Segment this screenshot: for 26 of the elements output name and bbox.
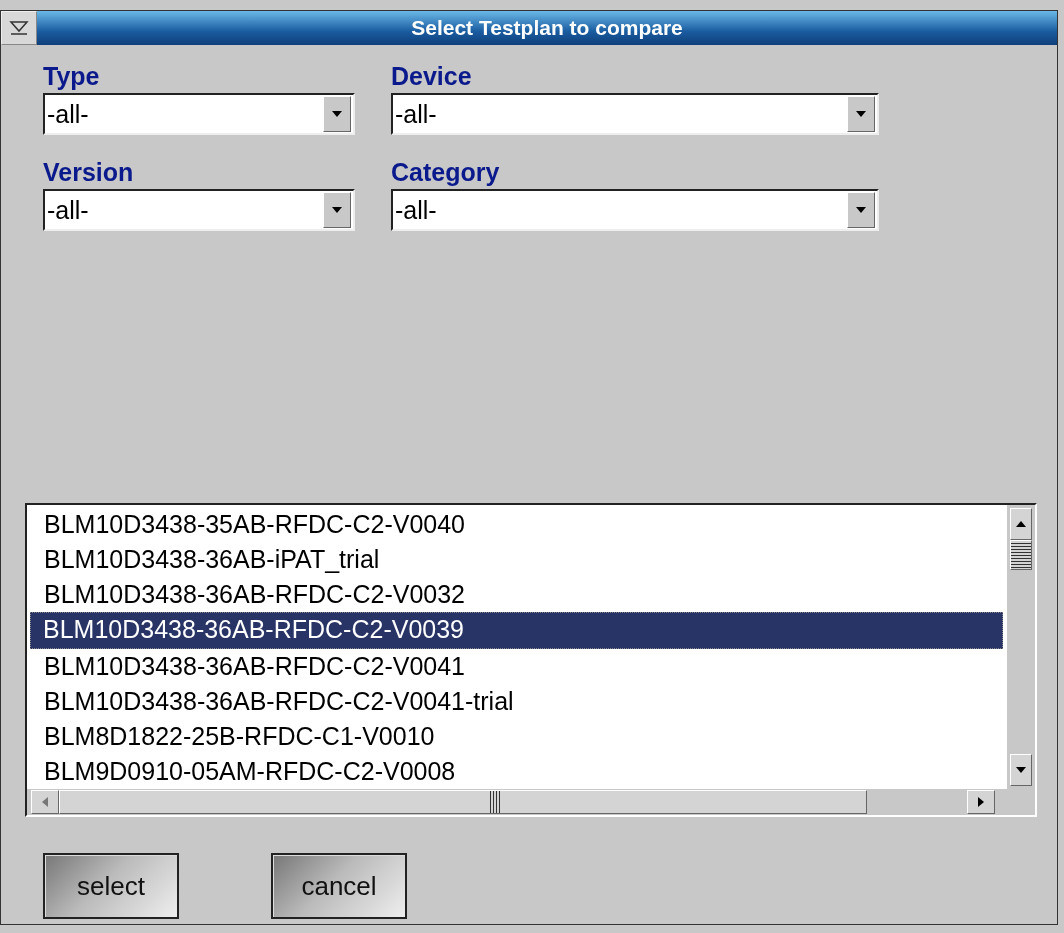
dropdown[interactable]: -all- <box>43 189 355 231</box>
cancel-button[interactable]: cancel <box>271 853 407 919</box>
window-title: Select Testplan to compare <box>410 16 684 40</box>
dropdown[interactable]: -all- <box>391 93 879 135</box>
dropdown[interactable]: -all- <box>43 93 355 135</box>
select-button[interactable]: select <box>43 853 179 919</box>
scroll-down-icon <box>1010 754 1032 786</box>
vertical-scrollbar[interactable] <box>1007 505 1035 789</box>
list-item[interactable]: BLM8D1822-25B-RFDC-C1-V0010 <box>30 719 1003 754</box>
list-item[interactable]: BLM10D3438-36AB-RFDC-C2-V0041-trial <box>30 684 1003 719</box>
window-menu-button[interactable] <box>1 11 37 45</box>
filter-label: Version <box>43 157 134 187</box>
list-item[interactable]: BLM10D3438-36AB-RFDC-C2-V0041 <box>30 649 1003 684</box>
window-menu-icon <box>8 19 30 37</box>
scroll-thumb[interactable] <box>59 790 867 814</box>
list-item[interactable]: BLM9D0910-05AM-RFDC-C2-V0008 <box>30 754 1003 789</box>
list-item[interactable]: BLM10D3438-36AB-iPAT_trial <box>30 542 1003 577</box>
list-item[interactable]: BLM10D3438-36AB-RFDC-C2-V0032 <box>30 577 1003 612</box>
list-item[interactable]: BLM10D3438-36AB-RFDC-C2-V0039 <box>30 612 1003 649</box>
list-item[interactable]: BLM10D3438-35AB-RFDC-C2-V0040 <box>30 507 1003 542</box>
filter-label: Category <box>391 157 500 187</box>
scroll-up-icon <box>1010 508 1032 540</box>
filter-label: Device <box>391 61 472 91</box>
dropdown[interactable]: -all- <box>391 189 879 231</box>
scroll-thumb[interactable] <box>1010 540 1032 570</box>
filter-label: Type <box>43 61 100 91</box>
